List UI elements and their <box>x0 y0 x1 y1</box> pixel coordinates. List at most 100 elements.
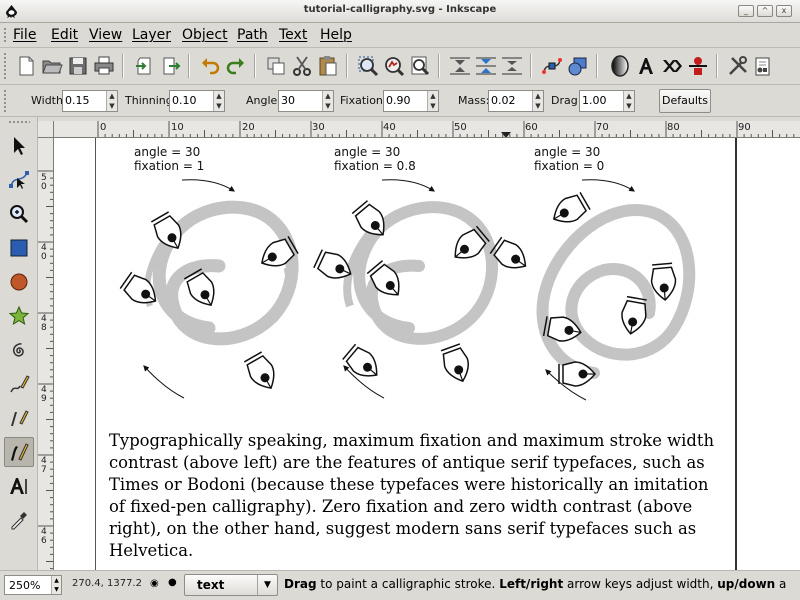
status-bar: 250% ▲ ▼ 270.4, 1377.2 ◉ ● text ▼ Drag to… <box>0 570 800 600</box>
xml-editor-icon[interactable] <box>660 54 684 78</box>
menu-layer[interactable]: Layer <box>132 27 171 43</box>
angle-spinbox[interactable]: 30 ▲ ▼ <box>278 90 334 112</box>
width-spinbox[interactable]: 0.15 ▲ ▼ <box>62 90 118 112</box>
drag-spinbox[interactable]: 1.00 ▲ ▼ <box>579 90 635 112</box>
toolbox <box>0 117 38 570</box>
thinning-stepper[interactable]: ▲ ▼ <box>213 91 224 111</box>
ruler-label: 20 <box>242 122 255 133</box>
menubar-grip[interactable] <box>3 27 7 44</box>
export-icon[interactable] <box>158 54 182 78</box>
print-icon[interactable] <box>92 54 116 78</box>
zoom-page-icon[interactable] <box>408 54 432 78</box>
toolbar-separator <box>716 54 718 78</box>
selector-tool-icon[interactable] <box>4 131 34 161</box>
preferences-icon[interactable] <box>726 54 750 78</box>
paste-icon[interactable] <box>316 54 340 78</box>
toolbar-separator <box>254 54 256 78</box>
mass-value[interactable]: 0.02 <box>491 94 516 107</box>
mass-label: Mass: <box>458 94 490 107</box>
zoom-selection-icon[interactable] <box>356 54 380 78</box>
maximize-button[interactable]: ^ <box>757 5 773 17</box>
angle-value[interactable]: 30 <box>281 94 295 107</box>
status-text-3: a <box>775 577 787 591</box>
tutorial-paragraph: Typographically speaking, maximum fixati… <box>109 431 715 560</box>
drag-stepper[interactable]: ▲ ▼ <box>623 91 634 111</box>
layer-lock-icon[interactable]: ● <box>168 577 177 588</box>
rectangle-tool-icon[interactable] <box>4 233 34 263</box>
pencil-tool-icon[interactable] <box>4 369 34 399</box>
drawing-canvas[interactable]: angle = 30 fixation = 1 angle = 30 fixat… <box>54 138 800 570</box>
ellipse-tool-icon[interactable] <box>4 267 34 297</box>
layer-selector[interactable]: text ▼ <box>184 574 278 596</box>
toolbox-grip[interactable] <box>8 120 30 124</box>
toolbar-grip[interactable] <box>3 52 7 81</box>
calligraphy-tool-icon[interactable] <box>4 437 34 467</box>
node-tool-icon[interactable] <box>4 165 34 195</box>
width-value[interactable]: 0.15 <box>65 94 90 107</box>
layer-visibility-icon[interactable]: ◉ <box>150 578 159 589</box>
new-document-icon[interactable] <box>14 54 38 78</box>
status-text-2: arrow keys adjust width, <box>563 577 718 591</box>
ruler-label: 90 <box>738 122 751 133</box>
distribute-icon[interactable] <box>474 54 498 78</box>
ruler-label: 50 <box>454 122 467 133</box>
node-editor-icon[interactable] <box>540 54 564 78</box>
menu-text[interactable]: Text <box>279 27 307 43</box>
zoom-drawing-icon[interactable] <box>382 54 406 78</box>
menu-view[interactable]: View <box>89 27 122 43</box>
drag-value[interactable]: 1.00 <box>582 94 607 107</box>
text-icon[interactable] <box>634 54 658 78</box>
text-tool-icon[interactable] <box>4 471 34 501</box>
chevron-down-icon[interactable]: ▼ <box>257 575 277 595</box>
fixation-value[interactable]: 0.90 <box>386 94 411 107</box>
controls-grip[interactable] <box>3 89 7 113</box>
inkscape-window: tutorial-calligraphy.svg - Inkscape _ ^ … <box>0 0 800 600</box>
align-icon[interactable] <box>448 54 472 78</box>
angle-stepper[interactable]: ▲ ▼ <box>322 91 333 111</box>
menu-path[interactable]: Path <box>237 27 268 43</box>
minimize-button[interactable]: _ <box>738 5 754 17</box>
mass-spinbox[interactable]: 0.02 ▲ ▼ <box>488 90 544 112</box>
document-properties-icon[interactable] <box>750 54 774 78</box>
cut-icon[interactable] <box>290 54 314 78</box>
arrange-icon[interactable] <box>500 54 524 78</box>
object-properties-icon[interactable] <box>686 54 710 78</box>
star-tool-icon[interactable] <box>4 301 34 331</box>
close-button[interactable]: x <box>776 5 792 17</box>
menu-bar: File Edit View Layer Object Path Text He… <box>0 23 800 48</box>
menu-edit[interactable]: Edit <box>51 27 78 43</box>
pen-tool-icon[interactable] <box>4 403 34 433</box>
menu-help[interactable]: Help <box>320 27 352 43</box>
menu-object[interactable]: Object <box>182 27 228 43</box>
zoom-stepper[interactable]: ▲ ▼ <box>51 576 61 594</box>
mass-stepper[interactable]: ▲ ▼ <box>532 91 543 111</box>
save-icon[interactable] <box>66 54 90 78</box>
horizontal-ruler-ticks <box>97 121 795 137</box>
fixation-stepper[interactable]: ▲ ▼ <box>427 91 438 111</box>
zoom-spinbox[interactable]: 250% ▲ ▼ <box>4 575 62 595</box>
fill-stroke-icon[interactable] <box>608 54 632 78</box>
fixation-spinbox[interactable]: 0.90 ▲ ▼ <box>383 90 439 112</box>
import-icon[interactable] <box>132 54 156 78</box>
group-icon[interactable] <box>566 54 590 78</box>
thinning-spinbox[interactable]: 0.10 ▲ ▼ <box>169 90 225 112</box>
toolbar-separator <box>438 54 440 78</box>
undo-icon[interactable] <box>198 54 222 78</box>
toolbar-separator <box>530 54 532 78</box>
menu-file[interactable]: File <box>13 27 36 43</box>
toolbar-separator <box>188 54 190 78</box>
open-icon[interactable] <box>40 54 64 78</box>
spiral-tool-icon[interactable] <box>4 335 34 365</box>
zoom-value[interactable]: 250% <box>9 579 40 592</box>
ruler-label: 4 0 <box>41 243 47 262</box>
vertical-ruler[interactable]: 5 0 4 0 4 8 4 9 4 7 4 6 <box>38 138 54 570</box>
duplicate-icon[interactable] <box>264 54 288 78</box>
toolbar-separator <box>122 54 124 78</box>
width-stepper[interactable]: ▲ ▼ <box>106 91 117 111</box>
horizontal-ruler[interactable]: 0 10 20 30 40 50 60 70 80 90 <box>54 121 800 138</box>
defaults-button[interactable]: Defaults <box>659 89 711 113</box>
dropper-tool-icon[interactable] <box>4 505 34 535</box>
redo-icon[interactable] <box>224 54 248 78</box>
thinning-value[interactable]: 0.10 <box>172 94 197 107</box>
zoom-tool-icon[interactable] <box>4 199 34 229</box>
